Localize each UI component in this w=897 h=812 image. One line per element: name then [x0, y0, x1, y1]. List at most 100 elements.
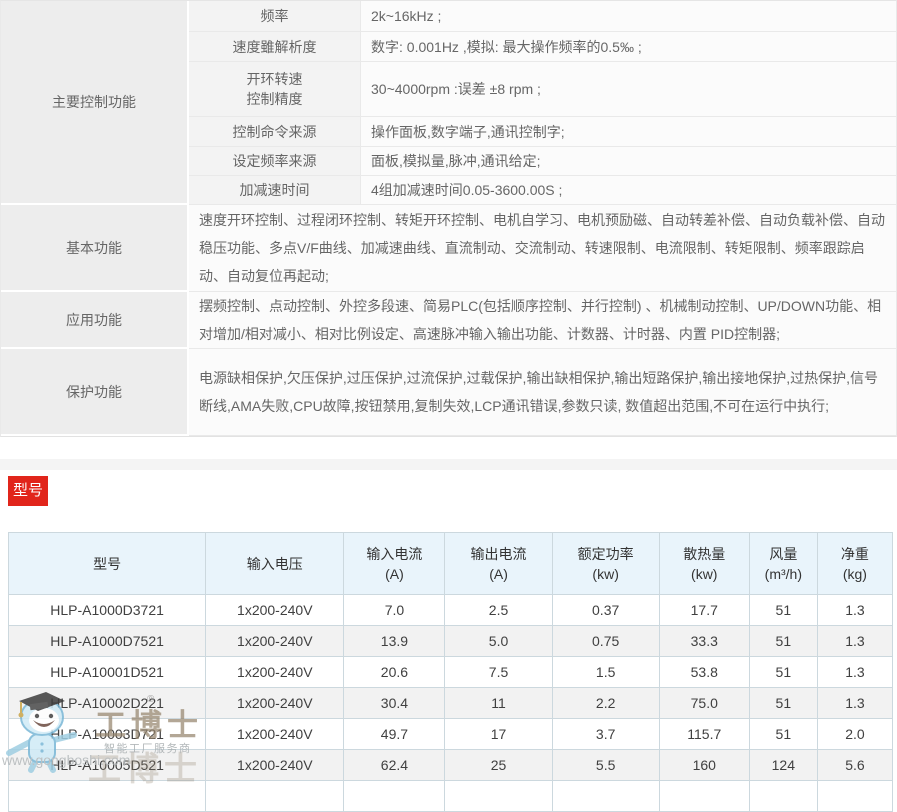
- spec-label-line1: 开环转速: [189, 69, 360, 89]
- column-header: 输出电流(A): [445, 533, 552, 595]
- table-cell: 2.2: [552, 688, 659, 719]
- spec-row-label: 应用功能: [1, 292, 189, 349]
- spec-row-value: 2k~16kHz ;: [361, 1, 896, 32]
- table-cell: HLP-A10002D221: [9, 688, 206, 719]
- spec-group-label: 主要控制功能: [1, 1, 189, 205]
- table-row: [9, 781, 893, 812]
- spec-row-value: 30~4000rpm :误差 ±8 rpm ;: [361, 62, 896, 117]
- header-unit: (m³/h): [752, 564, 815, 584]
- table-cell: 5.0: [445, 626, 552, 657]
- table-cell: 0.75: [552, 626, 659, 657]
- spec-row-value: 操作面板,数字端子,通讯控制字;: [361, 117, 896, 147]
- table-cell: 7.5: [445, 657, 552, 688]
- table-cell: 17: [445, 719, 552, 750]
- table-row: HLP-A10002D221 1x200-240V 30.4 11 2.2 75…: [9, 688, 893, 719]
- table-cell: 33.3: [659, 626, 749, 657]
- table-cell: 17.7: [659, 595, 749, 626]
- table-row: HLP-A1000D3721 1x200-240V 7.0 2.5 0.37 1…: [9, 595, 893, 626]
- spec-table: 主要控制功能 频率 2k~16kHz ; 速度雖解析度 数字: 0.001Hz …: [0, 0, 897, 437]
- table-cell: 1.3: [817, 626, 892, 657]
- table-cell: 53.8: [659, 657, 749, 688]
- table-cell: 0.37: [552, 595, 659, 626]
- table-cell: 51: [749, 626, 817, 657]
- spec-row-label: 设定频率来源: [189, 147, 361, 176]
- table-cell: 30.4: [344, 688, 445, 719]
- header-unit: (A): [447, 564, 549, 584]
- column-header: 输入电流(A): [344, 533, 445, 595]
- header-name: 输入电流: [346, 544, 442, 564]
- table-cell: 1.3: [817, 688, 892, 719]
- column-header: 额定功率(kw): [552, 533, 659, 595]
- table-cell: 51: [749, 595, 817, 626]
- table-cell: 1.3: [817, 657, 892, 688]
- spec-row-value: 电源缺相保护,欠压保护,过压保护,过流保护,过载保护,输出缺相保护,输出短路保护…: [189, 349, 896, 436]
- header-name: 净重: [820, 544, 890, 564]
- header-unit: (A): [346, 564, 442, 584]
- table-cell: 7.0: [344, 595, 445, 626]
- spec-row-label: 基本功能: [1, 205, 189, 292]
- table-cell: [817, 781, 892, 812]
- table-cell: HLP-A1000D3721: [9, 595, 206, 626]
- header-name: 额定功率: [555, 544, 657, 564]
- header-name: 风量: [752, 544, 815, 564]
- table-cell: 51: [749, 688, 817, 719]
- table-row: 基本功能 速度开环控制、过程闭环控制、转矩开环控制、电机自学习、电机预励磁、自动…: [1, 205, 896, 292]
- table-cell: 20.6: [344, 657, 445, 688]
- column-header: 散热量(kw): [659, 533, 749, 595]
- header-name: 型号: [11, 554, 203, 574]
- table-cell: [445, 781, 552, 812]
- spec-row-value: 面板,模拟量,脉冲,通讯给定;: [361, 147, 896, 176]
- header-name: 输出电流: [447, 544, 549, 564]
- table-cell: 1.5: [552, 657, 659, 688]
- table-cell: [206, 781, 344, 812]
- table-row: HLP-A10003D721 1x200-240V 49.7 17 3.7 11…: [9, 719, 893, 750]
- spec-row-label: 频率: [189, 1, 361, 32]
- column-header: 型号: [9, 533, 206, 595]
- table-cell: 115.7: [659, 719, 749, 750]
- table-cell: [552, 781, 659, 812]
- table-cell: 75.0: [659, 688, 749, 719]
- spec-row-label: 开环转速 控制精度: [189, 62, 361, 117]
- section-divider: [0, 459, 897, 470]
- header-unit: (kg): [820, 564, 890, 584]
- header-name: 散热量: [662, 544, 747, 564]
- table-cell: 49.7: [344, 719, 445, 750]
- spec-row-value: 4组加减速时间0.05-3600.00S ;: [361, 176, 896, 205]
- table-cell: 1x200-240V: [206, 719, 344, 750]
- spec-row-value: 数字: 0.001Hz ,模拟: 最大操作频率的0.5‰ ;: [361, 32, 896, 62]
- spec-label-line2: 控制精度: [189, 89, 360, 109]
- table-cell: [659, 781, 749, 812]
- column-header: 输入电压: [206, 533, 344, 595]
- table-row: HLP-A1000D7521 1x200-240V 13.9 5.0 0.75 …: [9, 626, 893, 657]
- table-cell: HLP-A10001D521: [9, 657, 206, 688]
- table-cell: [749, 781, 817, 812]
- table-cell: 1x200-240V: [206, 626, 344, 657]
- table-cell: 1x200-240V: [206, 688, 344, 719]
- table-cell: 1x200-240V: [206, 595, 344, 626]
- column-header: 净重(kg): [817, 533, 892, 595]
- table-cell: 2.0: [817, 719, 892, 750]
- table-cell: 2.5: [445, 595, 552, 626]
- table-cell: 13.9: [344, 626, 445, 657]
- table-cell: HLP-A10003D721: [9, 719, 206, 750]
- table-cell: HLP-A1000D7521: [9, 626, 206, 657]
- table-cell: 1x200-240V: [206, 657, 344, 688]
- spec-row-value: 速度开环控制、过程闭环控制、转矩开环控制、电机自学习、电机预励磁、自动转差补偿、…: [189, 205, 896, 292]
- table-cell: 1.3: [817, 595, 892, 626]
- header-unit: (kw): [555, 564, 657, 584]
- spec-row-label: 保护功能: [1, 349, 189, 436]
- table-cell: 3.7: [552, 719, 659, 750]
- table-row: 保护功能 电源缺相保护,欠压保护,过压保护,过流保护,过载保护,输出缺相保护,输…: [1, 349, 896, 436]
- table-row: HLP-A10001D521 1x200-240V 20.6 7.5 1.5 5…: [9, 657, 893, 688]
- table-cell: 11: [445, 688, 552, 719]
- table-cell: [9, 781, 206, 812]
- table-cell: [344, 781, 445, 812]
- table-row: 应用功能 摆频控制、点动控制、外控多段速、简易PLC(包括顺序控制、并行控制) …: [1, 292, 896, 349]
- header-name: 输入电压: [208, 554, 341, 574]
- model-table: 型号 输入电压 输入电流(A) 输出电流(A) 额定功率(kw) 散热量(kw)…: [8, 532, 893, 812]
- column-header: 风量(m³/h): [749, 533, 817, 595]
- table-row: 主要控制功能 频率 2k~16kHz ;: [1, 1, 896, 32]
- spec-row-label: 加减速时间: [189, 176, 361, 205]
- spec-row-label: 速度雖解析度: [189, 32, 361, 62]
- section-badge-model[interactable]: 型号: [8, 476, 48, 506]
